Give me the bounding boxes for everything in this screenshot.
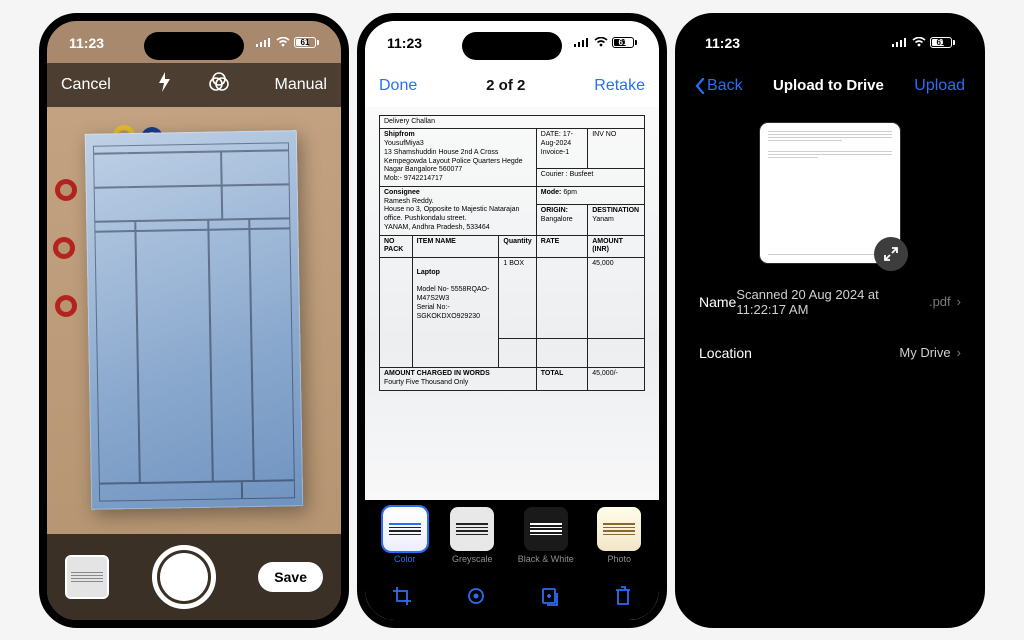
filter-color[interactable]: Color (383, 507, 427, 564)
signal-icon (892, 36, 908, 50)
prop-ring-red-3 (55, 295, 77, 317)
status-indicators: 61 (892, 36, 955, 50)
cell-amount: 45,000 (588, 258, 645, 339)
filter-label: Greyscale (452, 554, 493, 564)
chevron-right-icon: › (957, 345, 961, 360)
col-amount: AMOUNT (INR) (588, 235, 645, 258)
prop-ring-red-1 (55, 179, 77, 201)
phone-camera-capture: 11:23 61 Cancel Manual (39, 13, 349, 628)
last-capture-thumbnail[interactable] (65, 555, 109, 599)
battery-icon: 61 (930, 37, 955, 48)
cell-no (380, 258, 413, 368)
amount-words: AMOUNT CHARGED IN WORDSFourty Five Thous… (380, 368, 537, 391)
camera-toolbar: Cancel Manual (47, 63, 341, 107)
wifi-icon (276, 36, 290, 50)
doc-heading: Delivery Challan (380, 115, 645, 129)
doc-date: DATE: 17-Aug-2024Invoice-1 (536, 129, 587, 169)
location-label: Location (699, 345, 752, 361)
mode-manual-button[interactable]: Manual (275, 76, 327, 94)
status-time: 11:23 (69, 35, 104, 51)
notch (144, 32, 244, 60)
doc-courier: Courier : Busfeet (536, 169, 644, 187)
cell-qty: 1 BOX (499, 258, 536, 339)
row-name[interactable]: Name Scanned 20 Aug 2024 at 11:22:17 AM.… (683, 273, 977, 331)
camera-viewport (47, 107, 341, 534)
crop-icon[interactable] (391, 585, 413, 607)
wifi-icon (912, 36, 926, 50)
upload-title: Upload to Drive (773, 77, 884, 94)
battery-icon: 61 (612, 37, 637, 48)
retake-button[interactable]: Retake (594, 77, 645, 95)
phone-upload-drive: 11:23 61 Back Upload to Drive Upload Nam… (675, 13, 985, 628)
back-button[interactable]: Back (695, 77, 743, 95)
shutter-button[interactable] (152, 545, 216, 609)
wifi-icon (594, 36, 608, 50)
doc-shipfrom: ShipfromYousufMiya3 13 Shamshuddin House… (380, 129, 537, 187)
total-value: 45,000/- (588, 368, 645, 391)
expand-icon[interactable] (874, 237, 908, 271)
name-label: Name (699, 294, 736, 310)
col-item: ITEM NAME (412, 235, 499, 258)
scanned-document[interactable]: Delivery Challan ShipfromYousufMiya3 13 … (365, 107, 659, 502)
flash-icon[interactable] (156, 71, 172, 98)
save-button[interactable]: Save (258, 562, 323, 592)
cancel-button[interactable]: Cancel (61, 76, 111, 94)
filter-photo[interactable]: Photo (597, 507, 641, 564)
status-time: 11:23 (705, 35, 740, 51)
col-rate: RATE (536, 235, 587, 258)
camera-bottom-bar: Save (47, 534, 341, 620)
battery-icon: 61 (294, 37, 319, 48)
cell-item: LaptopModel No- 5558RQAO-M47S2W3Serial N… (412, 258, 499, 368)
filter-label: Photo (607, 554, 631, 564)
filters-icon[interactable] (208, 72, 230, 97)
upload-button[interactable]: Upload (914, 77, 965, 95)
filter-row: Color Greyscale Black & White Photo (365, 500, 659, 572)
document-in-view (85, 130, 303, 509)
upload-thumbnail[interactable] (760, 123, 900, 263)
review-toolbar: Done 2 of 2 Retake (365, 65, 659, 107)
doc-invno: INV NO (588, 129, 645, 169)
add-page-icon[interactable] (539, 585, 561, 607)
prop-ring-red-2 (53, 237, 75, 259)
filter-label: Black & White (518, 554, 574, 564)
doc-destination: DESTINATIONYanam (588, 205, 645, 235)
col-qty: Quantity (499, 235, 536, 258)
filter-label: Color (394, 554, 416, 564)
delete-icon[interactable] (613, 585, 633, 607)
chevron-right-icon: › (957, 294, 961, 309)
status-indicators: 61 (256, 36, 319, 50)
total-label: TOTAL (536, 368, 587, 391)
cell-rate (536, 258, 587, 339)
doc-consignee: ConsigneeRamesh Reddy. House no 3, Oppos… (380, 186, 537, 235)
notch (780, 32, 880, 60)
row-location[interactable]: Location My Drive› (683, 331, 977, 375)
location-value: My Drive› (899, 345, 961, 360)
status-indicators: 61 (574, 36, 637, 50)
rotate-icon[interactable] (465, 585, 487, 607)
doc-origin: ORIGIN:Bangalore (536, 205, 587, 235)
upload-toolbar: Back Upload to Drive Upload (683, 65, 977, 107)
doc-mode: Mode: 6pm (536, 186, 644, 204)
signal-icon (574, 36, 590, 50)
filter-black-white[interactable]: Black & White (518, 507, 574, 564)
col-no: NO PACK (380, 235, 413, 258)
status-time: 11:23 (387, 35, 422, 51)
phone-scan-review: 11:23 61 Done 2 of 2 Retake Delivery Cha… (357, 13, 667, 628)
done-button[interactable]: Done (379, 77, 417, 95)
signal-icon (256, 36, 272, 50)
filter-greyscale[interactable]: Greyscale (450, 507, 494, 564)
tool-row (365, 572, 659, 620)
name-value: Scanned 20 Aug 2024 at 11:22:17 AM.pdf› (736, 287, 961, 317)
page-indicator: 2 of 2 (486, 77, 525, 94)
notch (462, 32, 562, 60)
upload-preview (683, 107, 977, 273)
